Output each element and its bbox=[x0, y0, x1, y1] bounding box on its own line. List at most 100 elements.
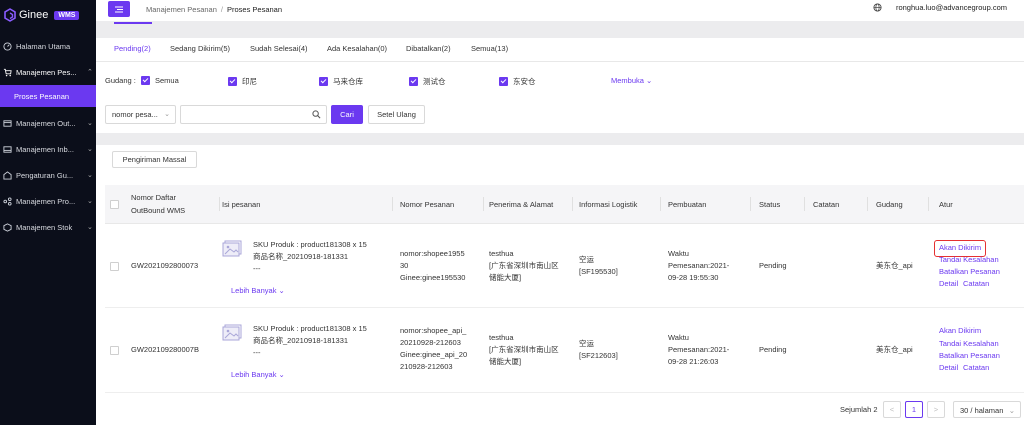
created-line3: 09-28 21:26:03 bbox=[668, 357, 719, 366]
sidebar-item-outbound[interactable]: Manajemen Out... ⌄ bbox=[0, 110, 96, 136]
bulk-ship-button[interactable]: Pengiriman Massal bbox=[112, 151, 197, 168]
notes-action[interactable]: Catatan bbox=[963, 278, 989, 291]
chevron-down-icon: ⌄ bbox=[87, 146, 93, 153]
tab-pending[interactable]: Pending(2) bbox=[114, 44, 151, 53]
sidebar-item-order-management[interactable]: Manajemen Pes... ⌃ bbox=[0, 59, 96, 85]
column-divider bbox=[483, 197, 484, 211]
page-size-select[interactable]: 30 / halaman ⌄ bbox=[953, 401, 1021, 418]
detail-action[interactable]: Detail bbox=[939, 362, 958, 375]
mark-error-action[interactable]: Tandai Kesalahan bbox=[939, 254, 999, 267]
chevron-down-icon: ⌄ bbox=[87, 198, 93, 205]
globe-icon[interactable] bbox=[873, 3, 882, 12]
chevron-down-icon: ⌄ bbox=[276, 370, 285, 379]
show-more-label: Lebih Banyak bbox=[231, 286, 277, 295]
show-more-link[interactable]: Lebih Banyak ⌄ bbox=[231, 285, 285, 298]
sidebar-item-warehouse-settings[interactable]: Pengaturan Gu... ⌄ bbox=[0, 162, 96, 188]
search-input[interactable] bbox=[180, 105, 327, 124]
sidebar-item-home[interactable]: Halaman Utama bbox=[0, 33, 96, 59]
pagination-page-1[interactable]: 1 bbox=[905, 401, 923, 418]
mark-error-action[interactable]: Tandai Kesalahan bbox=[939, 338, 999, 351]
sidebar-item-label: Manajemen Inb... bbox=[16, 144, 74, 154]
logistics-tracking: [SF212603] bbox=[579, 351, 618, 360]
ship-now-action[interactable]: Akan Dikirim bbox=[939, 325, 981, 338]
topbar: Manajemen Pesanan / Proses Pesanan ronghua… bbox=[96, 0, 1024, 18]
header-status: Status bbox=[759, 200, 781, 209]
status-text: Pending bbox=[759, 261, 787, 270]
checkbox-label: 马来仓库 bbox=[333, 77, 363, 86]
sidebar-item-stock-management[interactable]: Manajemen Stok ⌄ bbox=[0, 214, 96, 240]
warehouse-checkbox-indonesia[interactable]: 印尼 bbox=[228, 76, 257, 87]
outbound-number[interactable]: GW202109280007B bbox=[131, 344, 199, 357]
expand-filter-link[interactable]: Membuka ⌄ bbox=[611, 76, 652, 85]
reset-button[interactable]: Setel Ulang bbox=[368, 105, 425, 124]
sidebar-item-label: Halaman Utama bbox=[16, 41, 71, 51]
header-created: Pembuatan bbox=[668, 200, 707, 209]
order-number-line1: nomor:shopee1955 bbox=[400, 249, 465, 258]
column-divider bbox=[804, 197, 805, 211]
search-field-select[interactable]: nomor pesa... ⌄ bbox=[105, 105, 176, 124]
pagination-next-button[interactable]: > bbox=[927, 401, 945, 418]
inbound-icon bbox=[3, 145, 12, 153]
warehouse-filter: Gudang : Semua 印尼 马来仓库 测试仓 东安仓 Membuka ⌄ bbox=[105, 76, 1024, 88]
order-number-line3: Ginee:ginee_api_20 bbox=[400, 350, 468, 359]
warehouse-checkbox-test[interactable]: 测试仓 bbox=[409, 76, 446, 87]
sidebar-item-inbound[interactable]: Manajemen Inb... ⌄ bbox=[0, 136, 96, 162]
row-checkbox[interactable] bbox=[110, 262, 119, 271]
product-image-placeholder-icon bbox=[222, 240, 242, 257]
tab-cancelled[interactable]: Dibatalkan(2) bbox=[406, 44, 451, 53]
cancel-order-action[interactable]: Batalkan Pesanan bbox=[939, 266, 1000, 279]
menu-toggle-button[interactable] bbox=[108, 1, 130, 17]
stock-icon bbox=[3, 222, 12, 232]
ginee-logo-icon bbox=[4, 8, 16, 22]
search-icon[interactable] bbox=[312, 110, 321, 119]
tab-error[interactable]: Ada Kesalahan(0) bbox=[327, 44, 387, 53]
checkbox-checked-icon bbox=[319, 77, 328, 86]
order-number-line2: 20210928-212603 bbox=[400, 338, 461, 347]
recipient-address-line1: [广东省深圳市南山区 bbox=[489, 261, 559, 270]
settings-icon bbox=[3, 170, 12, 180]
recipient-address-line2: 储能大厦] bbox=[489, 357, 522, 366]
cancel-order-action[interactable]: Batalkan Pesanan bbox=[939, 350, 1000, 363]
chevron-down-icon: ⌄ bbox=[1008, 406, 1015, 415]
tab-all[interactable]: Semua(13) bbox=[471, 44, 508, 53]
warehouse-checkbox-malaysia[interactable]: 马来仓库 bbox=[319, 76, 363, 87]
product-name: 商品名称_20210918-181331 bbox=[253, 252, 349, 261]
recipient-address-line1: [广东省深圳市南山区 bbox=[489, 345, 559, 354]
tab-shipping[interactable]: Sedang Dikirim(5) bbox=[170, 44, 230, 53]
column-divider bbox=[572, 197, 573, 211]
header-notes: Catatan bbox=[813, 200, 840, 209]
checkbox-checked-icon bbox=[141, 76, 150, 85]
sidebar-item-product-management[interactable]: Manajemen Pro... ⌄ bbox=[0, 188, 96, 214]
product-image-placeholder-icon bbox=[222, 324, 242, 341]
show-more-label: Lebih Banyak bbox=[231, 370, 277, 379]
checkbox-checked-icon bbox=[499, 77, 508, 86]
checkbox-label: 东安仓 bbox=[513, 77, 536, 86]
pagination-total: Sejumlah 2 bbox=[840, 405, 878, 414]
warehouse-name: 美东仓_api bbox=[876, 261, 913, 270]
tab-completed[interactable]: Sudah Selesai(4) bbox=[250, 44, 308, 53]
warehouse-checkbox-dongan[interactable]: 东安仓 bbox=[499, 76, 536, 87]
logistics-method: 空运 bbox=[579, 339, 594, 348]
user-email[interactable]: ronghua.luo@advancegroup.com bbox=[896, 3, 1007, 12]
order-number-line3: Ginee:ginee195530 bbox=[400, 273, 466, 282]
detail-action[interactable]: Detail bbox=[939, 278, 958, 291]
recipient-name: testhua bbox=[489, 333, 514, 342]
chevron-down-icon: ⌄ bbox=[276, 286, 285, 295]
order-number-line1: nomor:shopee_api_ bbox=[400, 326, 467, 335]
chevron-down-icon: ⌄ bbox=[87, 172, 93, 179]
header-recipient: Penerima & Alamat bbox=[489, 200, 554, 209]
select-all-checkbox[interactable] bbox=[110, 200, 119, 209]
show-more-link[interactable]: Lebih Banyak ⌄ bbox=[231, 369, 285, 382]
sidebar-subitem-process-orders[interactable]: Proses Pesanan bbox=[0, 85, 96, 107]
notes-action[interactable]: Catatan bbox=[963, 362, 989, 375]
expand-label: Membuka bbox=[611, 76, 644, 85]
search-button[interactable]: Cari bbox=[331, 105, 363, 124]
pagination-prev-button[interactable]: < bbox=[883, 401, 901, 418]
page-divider bbox=[96, 21, 1024, 38]
chevron-down-icon: ⌄ bbox=[164, 111, 170, 118]
sidebar: Ginee WMS Halaman Utama Manajemen Pes...… bbox=[0, 0, 96, 425]
outbound-number[interactable]: GW2021092800073 bbox=[131, 260, 198, 273]
breadcrumb-parent[interactable]: Manajemen Pesanan bbox=[146, 5, 217, 14]
row-checkbox[interactable] bbox=[110, 346, 119, 355]
warehouse-checkbox-all[interactable]: Semua bbox=[141, 76, 179, 85]
